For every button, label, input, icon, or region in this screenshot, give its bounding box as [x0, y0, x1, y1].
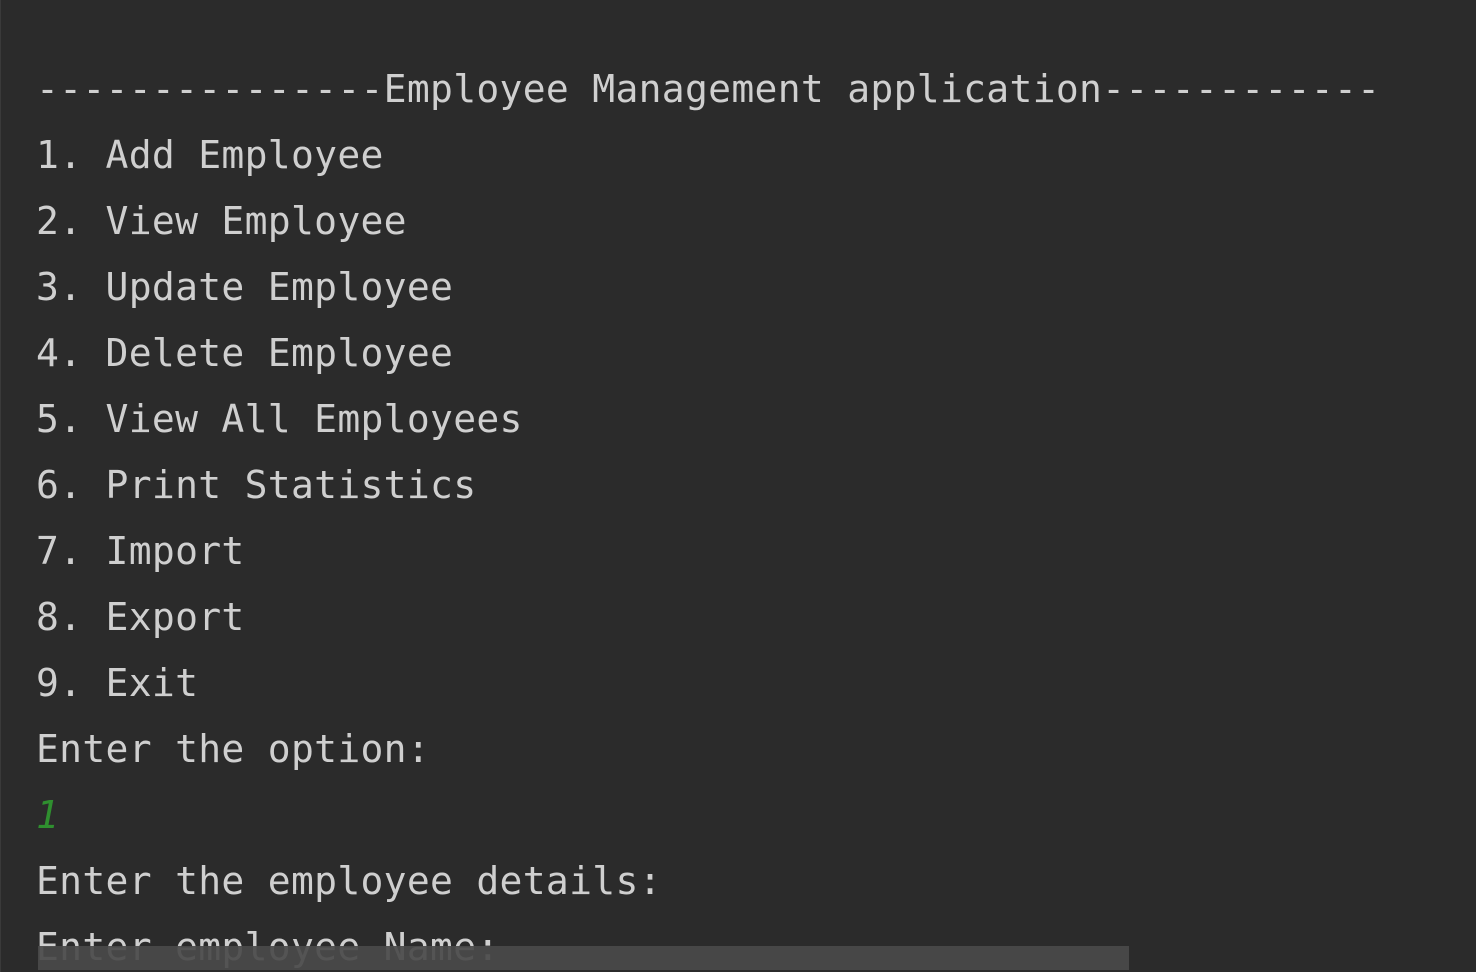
- user-input-echo: 1: [36, 793, 60, 837]
- app-header: ---------------Employee Management appli…: [36, 67, 1381, 111]
- option-prompt: Enter the option:: [36, 727, 431, 771]
- menu-item-exit: 9. Exit: [36, 661, 199, 705]
- menu-item-import: 7. Import: [36, 529, 245, 573]
- menu-item-print-statistics: 6. Print Statistics: [36, 463, 477, 507]
- menu-item-view-all-employees: 5. View All Employees: [36, 397, 523, 441]
- menu-item-add-employee: 1. Add Employee: [36, 133, 384, 177]
- console-output: ---------------Employee Management appli…: [0, 0, 1476, 972]
- menu-item-update-employee: 3. Update Employee: [36, 265, 454, 309]
- menu-item-export: 8. Export: [36, 595, 245, 639]
- details-prompt: Enter the employee details:: [36, 859, 662, 903]
- horizontal-scrollbar[interactable]: [38, 946, 1129, 970]
- menu-item-delete-employee: 4. Delete Employee: [36, 331, 454, 375]
- menu-item-view-employee: 2. View Employee: [36, 199, 407, 243]
